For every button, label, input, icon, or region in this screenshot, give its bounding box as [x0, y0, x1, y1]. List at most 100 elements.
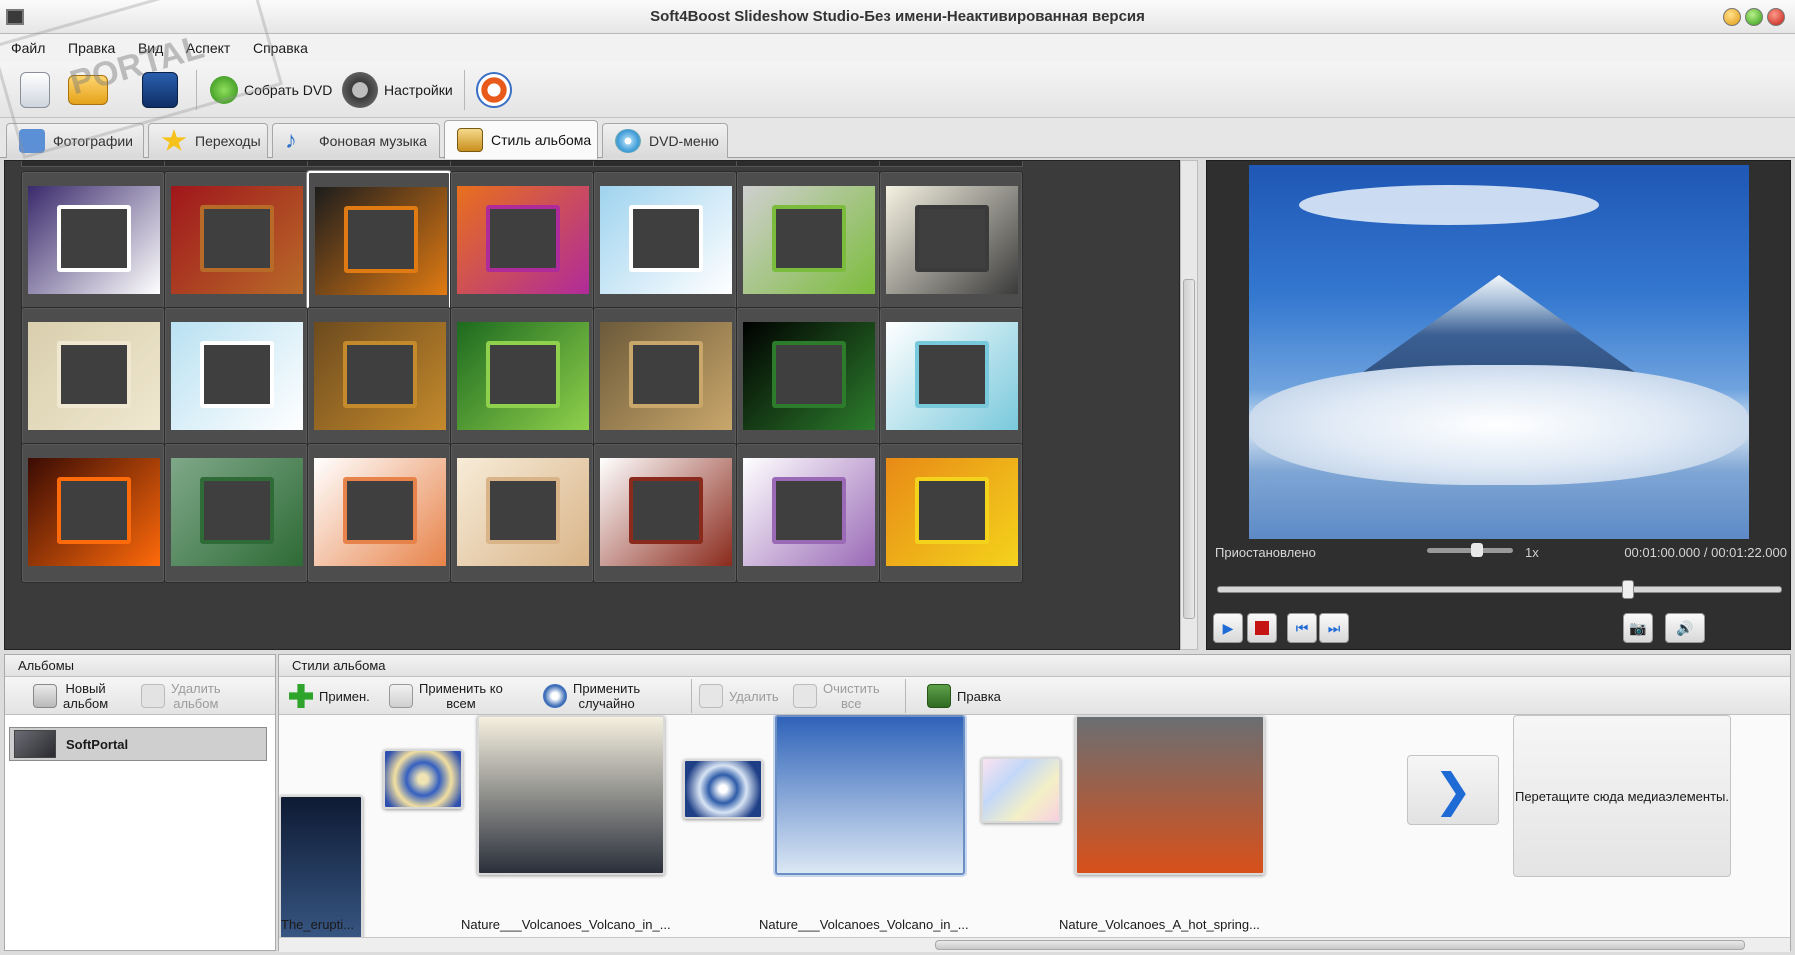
album-style-orange-purple[interactable] [450, 171, 594, 311]
style-preview [28, 458, 160, 566]
album-thumbnail [14, 730, 56, 758]
style-preview [314, 458, 446, 566]
edit-label: Правка [957, 688, 1001, 704]
apply-button[interactable]: Примен. [289, 680, 370, 712]
style-preview [315, 187, 447, 295]
speed-slider[interactable] [1427, 543, 1513, 557]
apply-all-button[interactable]: Применить ко всем [389, 680, 503, 712]
photo-placeholder [57, 205, 131, 273]
photo-placeholder [915, 341, 989, 409]
previous-button[interactable]: ⏮ [1287, 613, 1317, 643]
photo-placeholder [629, 341, 703, 409]
album-style-old-paper[interactable] [21, 307, 165, 447]
apply-random-button[interactable]: Применить случайно [543, 680, 640, 712]
photo-placeholder [772, 341, 846, 409]
tab-music-label: Фоновая музыка [319, 133, 427, 149]
transition-item[interactable] [981, 757, 1061, 823]
album-style-palms[interactable] [736, 171, 880, 311]
photo-placeholder [343, 477, 417, 545]
tab-photos[interactable]: Фотографии [6, 123, 144, 158]
playback-status: Приостановлено [1215, 545, 1316, 560]
delete-album-icon [141, 684, 165, 708]
styles-vertical-scrollbar[interactable] [1180, 160, 1198, 650]
photo-placeholder [629, 205, 703, 273]
scrollbar-thumb[interactable] [1183, 279, 1195, 619]
menu-aspect[interactable]: Аспект [175, 34, 238, 56]
album-item[interactable]: SoftPortal [9, 727, 267, 761]
style-preview [600, 458, 732, 566]
transition-item[interactable] [683, 759, 763, 819]
stop-button[interactable] [1247, 613, 1277, 643]
snapshot-button[interactable]: 📷 [1623, 613, 1653, 643]
open-project-button[interactable] [68, 68, 108, 112]
scrollbar-thumb[interactable] [935, 940, 1745, 950]
drop-zone-label: Перетащите сюда медиаэлементы. [1514, 788, 1730, 804]
lifebuoy-icon [476, 72, 512, 108]
album-style-butterflies[interactable] [164, 443, 308, 583]
menu-bar: Файл Правка Вид Аспект Справка [0, 34, 1795, 62]
edit-button[interactable]: Правка [927, 680, 1001, 712]
menu-help[interactable]: Справка [242, 34, 316, 56]
album-style-pinned-photo[interactable] [593, 171, 737, 311]
album-style-red-wood-frame[interactable] [593, 443, 737, 583]
maximize-button[interactable] [1745, 8, 1763, 26]
album-style-winter[interactable] [21, 171, 165, 311]
help-button[interactable] [476, 68, 512, 112]
album-style-gold-frame[interactable] [593, 307, 737, 447]
album-style-retro-tv[interactable] [879, 443, 1023, 583]
next-button[interactable]: ⏭ [1319, 613, 1349, 643]
tab-background-music[interactable]: ♪ Фоновая музыка [272, 123, 440, 158]
style-cell-top-strip [164, 161, 308, 167]
album-style-binocular[interactable] [736, 307, 880, 447]
media-drop-zone[interactable]: Перетащите сюда медиаэлементы. [1513, 715, 1731, 877]
tab-dvd-menu[interactable]: DVD-меню [602, 123, 728, 158]
delete-style-button[interactable]: Удалить [699, 680, 779, 712]
burn-dvd-button[interactable]: Собрать DVD [210, 68, 332, 112]
play-button[interactable]: ▶ [1213, 613, 1243, 643]
volume-button[interactable]: 🔊 [1665, 613, 1705, 643]
close-button[interactable] [1767, 8, 1785, 26]
style-preview [743, 322, 875, 430]
title-bar: Soft4Boost Slideshow Studio-Без имени-Не… [0, 0, 1795, 34]
album-style-torn-paper[interactable] [879, 171, 1023, 311]
style-cell-top-strip [21, 161, 165, 167]
clear-all-button[interactable]: Очистить все [793, 680, 880, 712]
album-style-pets[interactable] [879, 307, 1023, 447]
album-style-orange-frame[interactable] [307, 443, 451, 583]
new-project-button[interactable] [20, 68, 50, 112]
slide-name: The_erupti... [281, 917, 354, 932]
style-preview [886, 458, 1018, 566]
tab-album-style[interactable]: Стиль альбома [444, 120, 598, 159]
style-cell-top-strip [736, 161, 880, 167]
album-style-leaves-oval[interactable] [307, 307, 451, 447]
tab-transitions[interactable]: Переходы [148, 123, 268, 158]
menu-file[interactable]: Файл [0, 34, 53, 56]
new-album-button[interactable]: Новый альбом [33, 680, 108, 712]
transition-item[interactable] [383, 749, 463, 809]
speed-slider-knob[interactable] [1471, 543, 1483, 557]
timeline-horizontal-scrollbar[interactable] [279, 937, 1790, 952]
tab-album-style-label: Стиль альбома [491, 132, 592, 148]
photo-placeholder [200, 205, 274, 273]
photo-placeholder [486, 341, 560, 409]
delete-album-button[interactable]: Удалить альбом [141, 680, 221, 712]
album-style-snowflakes[interactable] [164, 307, 308, 447]
burn-dvd-label: Собрать DVD [244, 82, 333, 98]
minimize-button[interactable] [1723, 8, 1741, 26]
menu-edit[interactable]: Правка [57, 34, 123, 56]
seek-bar-knob[interactable] [1622, 580, 1634, 599]
album-style-flower-corner[interactable] [736, 443, 880, 583]
style-preview [314, 322, 446, 430]
albums-toolbar: Новый альбом Удалить альбом [5, 677, 275, 715]
save-project-button[interactable] [142, 68, 178, 112]
album-style-green-flowers[interactable] [450, 307, 594, 447]
album-style-autumn-leaves[interactable] [307, 171, 451, 311]
menu-view[interactable]: Вид [127, 34, 171, 56]
album-style-fire[interactable] [21, 443, 165, 583]
seek-bar[interactable] [1217, 580, 1782, 599]
album-style-wood-red[interactable] [164, 171, 308, 311]
next-slides-button[interactable]: ❯ [1407, 755, 1499, 825]
slide-thumbnail [1075, 715, 1265, 875]
settings-button[interactable]: Настройки [342, 68, 453, 112]
album-style-fish[interactable] [450, 443, 594, 583]
